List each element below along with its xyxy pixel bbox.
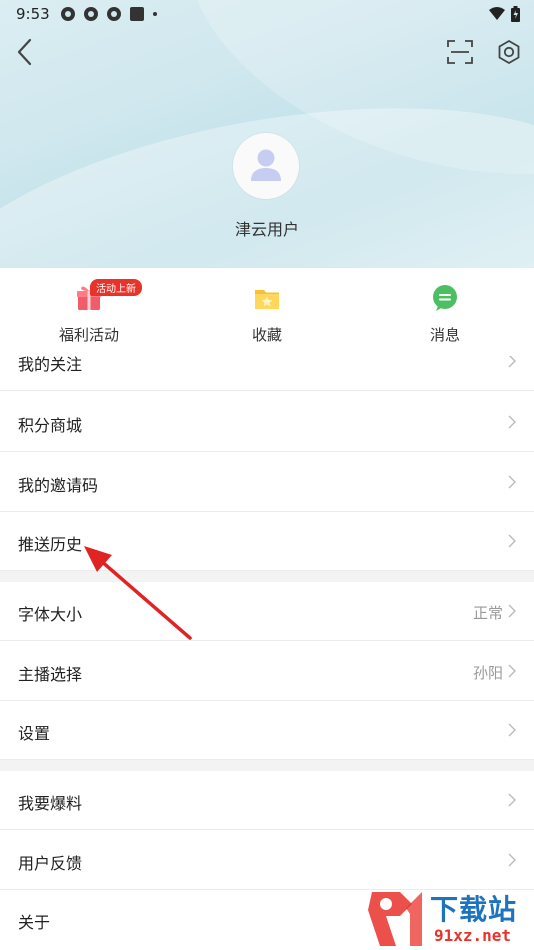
quick-actions: 活动上新 福利活动 收藏 消息	[0, 268, 534, 356]
menu-item-label: 积分商城	[18, 416, 83, 435]
quick-action-label: 收藏	[251, 326, 282, 344]
menu-item-label: 字体大小	[18, 605, 83, 624]
menu-item-label: 用户反馈	[18, 854, 83, 873]
notification-icon	[106, 6, 122, 22]
watermark-domain: 91xz.net	[434, 926, 512, 945]
profile-header: 9:53 津云用户	[0, 0, 534, 268]
scan-icon	[447, 40, 473, 64]
quick-action-label: 消息	[429, 326, 460, 344]
avatar[interactable]	[233, 133, 299, 199]
quick-action-messages[interactable]: 消息	[356, 268, 534, 356]
menu-clip: 我的关注	[0, 356, 534, 392]
chevron-right-icon	[508, 664, 516, 678]
more-dot-icon	[152, 6, 158, 22]
new-activity-badge: 活动上新	[90, 279, 142, 296]
menu-item-anchor-select[interactable]: 主播选择 孙阳	[0, 642, 534, 701]
menu-item-settings[interactable]: 设置	[0, 701, 534, 760]
wifi-icon	[489, 7, 505, 25]
menu-item-invite-code[interactable]: 我的邀请码	[0, 453, 534, 512]
notification-icon	[60, 6, 76, 22]
user-icon	[251, 149, 281, 181]
battery-icon	[511, 6, 520, 26]
chevron-right-icon	[508, 534, 516, 548]
menu-item-label: 关于	[18, 913, 51, 932]
menu-item-label: 我的关注	[18, 356, 83, 374]
menu-item-follows[interactable]: 我的关注	[0, 356, 534, 391]
menu-item-label: 主播选择	[18, 665, 83, 684]
menu-item-value: 孙阳	[472, 664, 503, 682]
status-time: 9:53	[16, 5, 50, 23]
status-bar: 9:53	[0, 0, 534, 30]
scan-button[interactable]	[446, 38, 474, 66]
folder-star-icon	[255, 290, 279, 309]
menu-item-label: 推送历史	[18, 535, 83, 554]
quick-action-label: 福利活动	[58, 326, 119, 344]
app-notification-icon	[129, 6, 145, 22]
menu-item-push-history[interactable]: 推送历史	[0, 512, 534, 571]
watermark-logo-icon	[368, 892, 422, 946]
section-divider	[0, 571, 534, 582]
menu-item-label: 我要爆料	[18, 794, 83, 813]
chevron-right-icon	[508, 793, 516, 807]
gear-icon	[498, 39, 520, 65]
back-button[interactable]	[12, 36, 40, 68]
watermark-brand: 下载站	[430, 893, 518, 926]
menu-item-label: 设置	[18, 724, 51, 743]
chat-bubble-icon	[433, 285, 457, 311]
menu-item-report-tip[interactable]: 我要爆料	[0, 771, 534, 830]
username[interactable]: 津云用户	[0, 216, 534, 240]
chevron-right-icon	[508, 723, 516, 737]
menu-item-label: 我的邀请码	[18, 476, 99, 495]
settings-button[interactable]	[494, 37, 524, 67]
quick-action-favorites[interactable]: 收藏	[178, 268, 356, 356]
menu-item-points-mall[interactable]: 积分商城	[0, 393, 534, 452]
menu-item-feedback[interactable]: 用户反馈	[0, 831, 534, 890]
menu-item-font-size[interactable]: 字体大小 正常	[0, 582, 534, 641]
notification-icon	[83, 6, 99, 22]
chevron-right-icon	[508, 475, 516, 489]
chevron-right-icon	[508, 415, 516, 429]
chevron-right-icon	[508, 853, 516, 867]
section-divider	[0, 760, 534, 771]
menu-item-value: 正常	[472, 604, 503, 622]
quick-action-welfare[interactable]: 活动上新 福利活动	[0, 268, 178, 356]
watermark: 下载站 91xz.net	[360, 888, 534, 950]
chevron-right-icon	[508, 356, 516, 368]
chevron-left-icon	[17, 38, 32, 66]
chevron-right-icon	[508, 604, 516, 618]
